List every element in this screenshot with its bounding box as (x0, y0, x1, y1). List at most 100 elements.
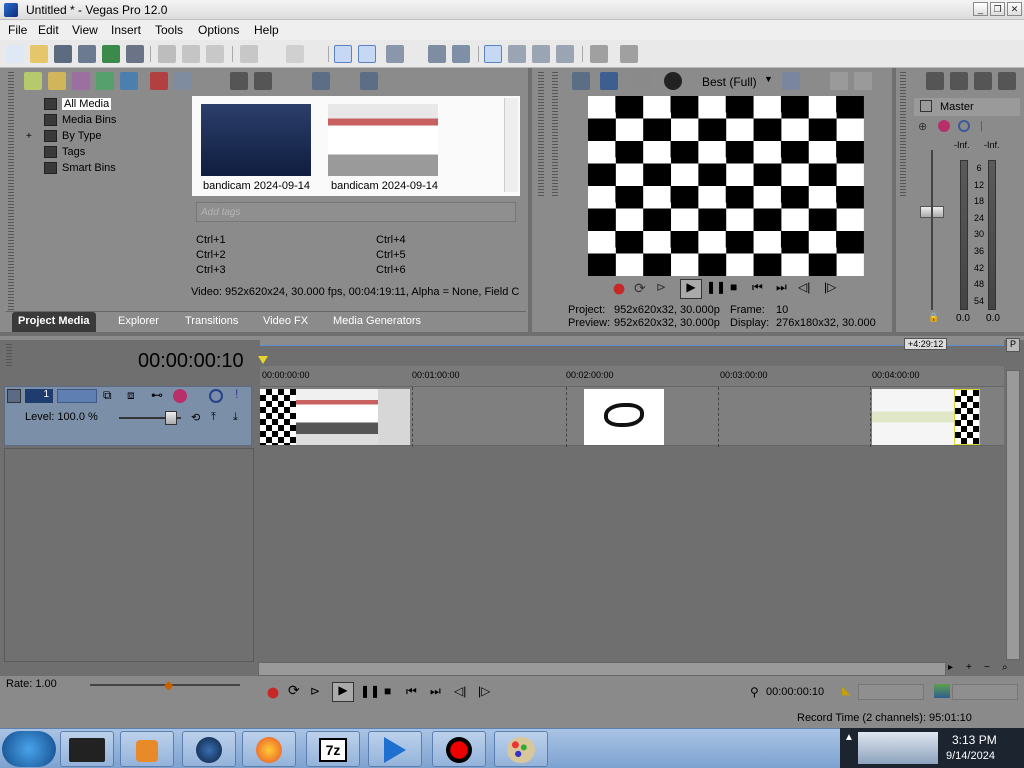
tree-item-tags[interactable]: Tags (44, 146, 85, 159)
whats-this-help-icon[interactable] (620, 45, 638, 63)
auto-ripple-icon[interactable] (484, 45, 502, 63)
scroll-right-icon[interactable]: ▸ (948, 662, 953, 673)
tab-video-fx[interactable]: Video FX (263, 315, 308, 327)
cursor-time-field[interactable]: 00:00:00:10 (764, 684, 830, 700)
render-icon[interactable] (102, 45, 120, 63)
taskbar-vegas[interactable] (368, 731, 422, 767)
redo-icon[interactable] (286, 45, 304, 63)
go-to-start-icon[interactable]: ⏮ (406, 684, 424, 702)
media-thumbnail-1[interactable] (201, 104, 311, 176)
taskbar-globe[interactable] (182, 731, 236, 767)
master-fader-track[interactable] (931, 150, 933, 310)
timeline-horizontal-scrollbar[interactable] (258, 662, 946, 676)
loop-playback-icon[interactable]: ⟳ (288, 682, 306, 700)
lock-icon[interactable]: 🔒 (928, 312, 939, 323)
pause-icon[interactable]: ❚❚ (360, 684, 380, 702)
external-monitor-icon[interactable] (600, 72, 618, 90)
menu-tools[interactable]: Tools (155, 23, 183, 37)
copy-icon[interactable] (182, 45, 200, 63)
cut-icon[interactable] (158, 45, 176, 63)
clip-screen-recording-1[interactable] (296, 389, 378, 445)
pause-icon[interactable]: ❚❚ (706, 280, 726, 298)
go-to-start-icon[interactable]: ⏮ (752, 280, 770, 298)
clock-time[interactable]: 3:13 PM (952, 733, 997, 747)
get-media-web-icon[interactable] (72, 72, 90, 90)
make-compositing-child-icon[interactable]: ⧈ (127, 388, 135, 403)
track-mute-icon[interactable] (209, 389, 223, 403)
save-icon[interactable] (54, 45, 72, 63)
start-button[interactable] (2, 731, 56, 767)
play-icon[interactable]: ▶ (332, 682, 354, 702)
zoom-tool-icon[interactable] (556, 45, 574, 63)
marker-icon[interactable]: P (1006, 338, 1020, 352)
taskbar-media-player[interactable] (120, 731, 174, 767)
selection-start-field[interactable] (858, 684, 924, 700)
compositing-mode-icon[interactable]: ⧉ (103, 388, 112, 403)
split-screen-icon[interactable] (632, 72, 650, 90)
clock-date[interactable]: 9/14/2024 (946, 750, 995, 762)
playhead-marker[interactable] (258, 356, 268, 364)
timeline-vertical-scrollbar[interactable] (1006, 370, 1020, 660)
menu-edit[interactable]: Edit (38, 23, 59, 37)
timeline-timecode[interactable]: 00:00:00:10 (138, 350, 244, 373)
menu-view[interactable]: View (72, 23, 98, 37)
mute-icon[interactable] (958, 120, 970, 132)
taskbar-firefox[interactable] (242, 731, 296, 767)
expand-icon[interactable]: + (26, 131, 38, 142)
minimize-button[interactable]: _ (973, 2, 988, 16)
loop-icon[interactable]: ⟳ (634, 280, 652, 298)
play-icon[interactable]: ▶ (680, 279, 702, 299)
search-media-icon[interactable] (120, 72, 138, 90)
play-from-start-icon[interactable]: ⊳ (656, 280, 674, 298)
track-name-field[interactable] (57, 389, 97, 403)
save-as-icon[interactable] (78, 45, 96, 63)
mixer-options-icon[interactable] (998, 72, 1016, 90)
normal-edit-tool-icon[interactable] (334, 45, 352, 63)
tree-item-media-bins[interactable]: Media Bins (44, 114, 116, 127)
dim-output-icon[interactable] (974, 72, 992, 90)
capture-video-icon[interactable] (48, 72, 66, 90)
clip-screen-recording-2[interactable] (872, 389, 954, 445)
auto-crossfade-icon[interactable] (452, 45, 470, 63)
play-from-start-icon[interactable]: ⊳ (310, 684, 328, 702)
maximize-button[interactable]: ❐ (990, 2, 1005, 16)
save-snapshot-icon[interactable] (854, 72, 872, 90)
views-icon[interactable] (312, 72, 330, 90)
media-thumbnail-2[interactable] (328, 104, 438, 176)
next-frame-icon[interactable]: |▷ (478, 684, 496, 702)
loop-region-bar[interactable] (260, 338, 1004, 346)
properties-icon[interactable] (126, 45, 144, 63)
tree-item-all-media[interactable]: All Media (44, 98, 112, 111)
envelope-edit-tool-icon[interactable] (358, 45, 376, 63)
track-level-handle[interactable] (165, 411, 177, 425)
menu-insert[interactable]: Insert (111, 23, 141, 37)
new-project-icon[interactable] (6, 45, 24, 63)
lock-envelopes-icon[interactable] (508, 45, 526, 63)
taskbar-7zip[interactable]: 7z (306, 731, 360, 767)
selection-length-field[interactable] (952, 684, 1018, 700)
track-minimize-icon[interactable] (7, 389, 21, 403)
add-tags-input[interactable]: Add tags (196, 202, 516, 222)
master-fx-icon[interactable] (938, 120, 950, 132)
video-fx-icon[interactable] (664, 72, 682, 90)
record-icon[interactable] (610, 280, 628, 298)
zoom-search-icon[interactable] (360, 72, 378, 90)
expand-track-icon[interactable]: ⤒ (211, 411, 216, 424)
collapse-track-icon[interactable]: ⤓ (233, 411, 238, 424)
chevron-down-icon[interactable]: ▼ (764, 74, 773, 84)
copy-snapshot-icon[interactable] (830, 72, 848, 90)
menu-help[interactable]: Help (254, 23, 279, 37)
clip-logo[interactable] (584, 389, 664, 445)
close-button[interactable]: ✕ (1007, 2, 1022, 16)
stop-icon[interactable]: ■ (384, 684, 402, 702)
open-folder-icon[interactable] (30, 45, 48, 63)
rate-slider-handle[interactable]: ◆ (164, 678, 173, 692)
show-hidden-icons[interactable]: ▲ (844, 732, 854, 743)
import-media-icon[interactable] (24, 72, 42, 90)
extract-audio-icon[interactable] (96, 72, 114, 90)
undo-icon[interactable] (240, 45, 258, 63)
clip-checkerboard-start[interactable] (260, 389, 296, 445)
tab-transitions[interactable]: Transitions (185, 315, 238, 327)
tree-item-smart-bins[interactable]: Smart Bins (44, 162, 116, 175)
ignore-grouping-icon[interactable] (532, 45, 550, 63)
